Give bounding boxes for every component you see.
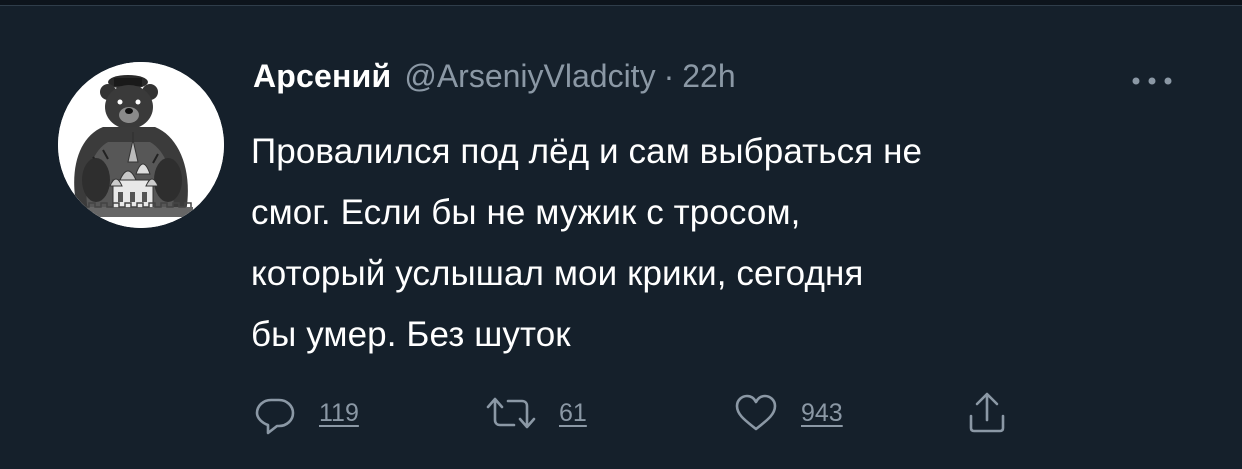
more-dots-icon <box>1132 77 1172 85</box>
share-upload-icon <box>965 390 1009 436</box>
heart-icon <box>733 391 779 435</box>
reply-button[interactable]: 119 <box>253 388 359 438</box>
reply-bubble-icon <box>253 391 297 435</box>
tweet-text: Провалился под лёд и сам выбраться не см… <box>251 121 1211 365</box>
like-button[interactable]: 943 <box>733 388 843 438</box>
like-count[interactable]: 943 <box>801 399 843 428</box>
retweet-count[interactable]: 61 <box>559 399 587 428</box>
top-divider <box>0 0 1242 6</box>
tweet-text-line: который услышал мои крики, сегодня <box>251 254 864 293</box>
bear-kremlin-avatar-icon <box>58 62 224 228</box>
share-button[interactable] <box>965 388 1009 438</box>
more-options-button[interactable] <box>1126 64 1178 98</box>
header-separator: · <box>663 58 675 94</box>
retweet-button[interactable]: 61 <box>485 388 587 438</box>
author-name[interactable]: Арсений <box>253 58 391 95</box>
author-handle[interactable]: @ArseniyVladcity <box>404 58 655 95</box>
tweet-header: Арсений @ArseniyVladcity · 22h <box>253 58 736 102</box>
reply-count[interactable]: 119 <box>319 399 359 428</box>
retweet-arrows-icon <box>485 391 537 435</box>
tweet-text-line: бы умер. Без шуток <box>251 315 571 354</box>
tweet-actions-bar: 119 61 943 <box>253 388 1053 438</box>
tweet-text-line: Провалился под лёд и сам выбраться не <box>251 132 923 171</box>
avatar[interactable] <box>58 62 224 228</box>
tweet-time[interactable]: 22h <box>682 58 735 95</box>
tweet-text-line: смог. Если бы не мужик с тросом, <box>251 193 801 232</box>
